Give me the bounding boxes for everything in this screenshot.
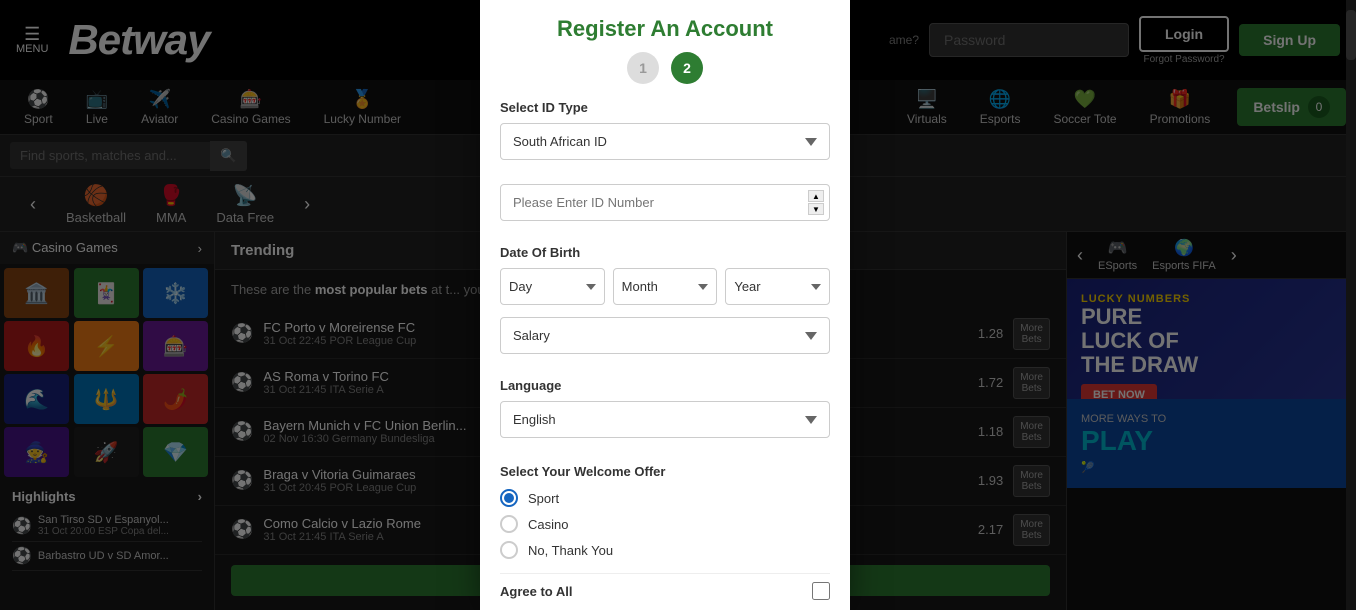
welcome-offer-label: Select Your Welcome Offer [500,464,830,479]
modal-body: Select ID Type South African ID ▲ ▼ Date… [480,100,850,610]
agree-all-checkbox[interactable] [812,582,830,600]
id-type-select[interactable]: South African ID [500,123,830,160]
spin-up-btn[interactable]: ▲ [808,190,824,202]
radio-casino-circle [500,515,518,533]
radio-sport-circle [500,489,518,507]
modal-steps: 1 2 [480,52,850,84]
modal-title: Register An Account [480,0,850,52]
radio-sport[interactable]: Sport [500,489,830,507]
id-type-label: Select ID Type [500,100,830,115]
language-select[interactable]: English [500,401,830,438]
agree-all-row: Agree to All [500,573,830,608]
salary-select[interactable]: Salary [500,317,830,354]
dob-day-select[interactable]: Day [500,268,605,305]
step-1: 1 [627,52,659,84]
dob-row: Day Month Year [500,268,830,305]
radio-sport-inner [504,493,514,503]
radio-sport-label: Sport [528,491,559,506]
radio-no-thanks[interactable]: No, Thank You [500,541,830,559]
radio-casino-label: Casino [528,517,568,532]
radio-no-thanks-label: No, Thank You [528,543,613,558]
radio-no-thanks-circle [500,541,518,559]
dob-label: Date Of Birth [500,245,830,260]
welcome-offer-section: Select Your Welcome Offer Sport Casino N… [500,464,830,559]
id-number-input[interactable] [500,184,830,221]
registration-modal: Register An Account 1 2 Select ID Type S… [480,0,850,610]
dob-year-select[interactable]: Year [725,268,830,305]
language-section: Language English [500,378,830,450]
language-label: Language [500,378,830,393]
id-number-wrapper: ▲ ▼ [500,184,830,233]
agree-all-label: Agree to All [500,584,572,599]
spin-buttons: ▲ ▼ [808,190,824,215]
dob-month-select[interactable]: Month [613,268,718,305]
radio-casino[interactable]: Casino [500,515,830,533]
spin-down-btn[interactable]: ▼ [808,203,824,215]
step-2: 2 [671,52,703,84]
